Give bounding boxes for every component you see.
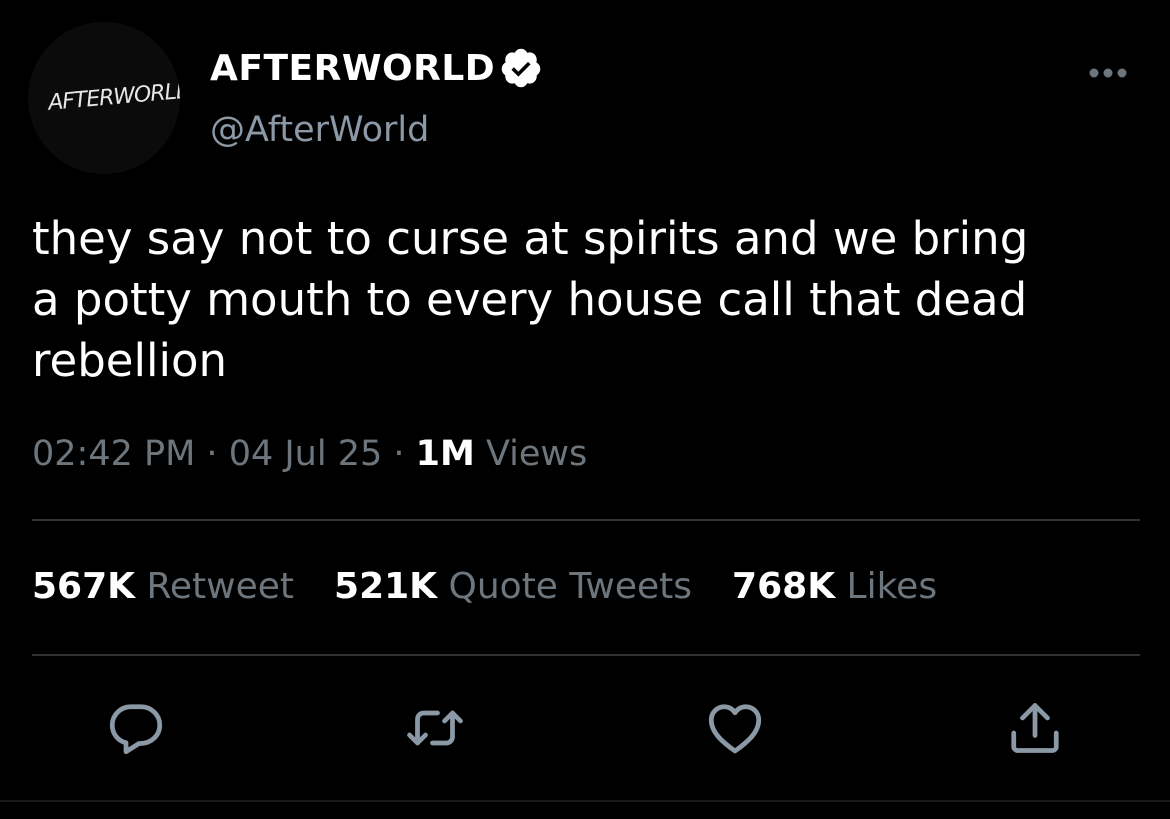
heart-icon xyxy=(708,704,762,754)
share-icon xyxy=(1011,703,1059,753)
quotes-label: Quote Tweets xyxy=(448,566,693,607)
tweet-text: they say not to curse at spirits and we … xyxy=(32,212,1029,387)
tweet-time[interactable]: 02:42 PM xyxy=(32,434,195,474)
retweets-stat[interactable]: 567K Retweet xyxy=(32,566,294,607)
tweet-meta: 02:42 PM · 04 Jul 25 · 1M Views xyxy=(32,434,587,474)
tweet-date[interactable]: 04 Jul 25 xyxy=(229,434,383,474)
likes-count: 768K xyxy=(732,566,836,607)
avatar-logo-text: AFTERWORLD xyxy=(45,78,180,116)
views-label: Views xyxy=(485,434,588,474)
reply-icon xyxy=(109,704,163,755)
retweet-icon xyxy=(407,710,463,746)
afterworld-logo: AFTERWORLD xyxy=(45,78,180,116)
share-button[interactable] xyxy=(1005,698,1065,758)
likes-label: Likes xyxy=(846,566,938,607)
retweets-count: 567K xyxy=(32,566,136,607)
verified-badge-icon xyxy=(501,48,541,88)
divider xyxy=(32,519,1140,521)
views-count: 1M xyxy=(415,434,475,474)
display-name[interactable]: AFTERWORLD xyxy=(210,48,495,89)
more-options-button[interactable] xyxy=(1085,60,1131,86)
quotes-count: 521K xyxy=(334,566,438,607)
reply-button[interactable] xyxy=(106,698,166,758)
retweet-button[interactable] xyxy=(405,698,465,758)
likes-stat[interactable]: 768K Likes xyxy=(732,566,937,607)
avatar[interactable]: AFTERWORLD xyxy=(28,22,180,174)
bottom-divider xyxy=(0,800,1170,802)
handle[interactable]: @AfterWorld xyxy=(210,110,429,150)
tweet-stats: 567K Retweet 521K Quote Tweets 768K Like… xyxy=(32,566,937,607)
retweets-label: Retweet xyxy=(146,566,295,607)
meta-separator: · xyxy=(195,434,229,474)
quotes-stat[interactable]: 521K Quote Tweets xyxy=(334,566,692,607)
like-button[interactable] xyxy=(705,698,765,758)
more-dots-icon xyxy=(1089,68,1127,78)
meta-separator: · xyxy=(382,434,416,474)
author-name-row[interactable]: AFTERWORLD xyxy=(210,46,543,90)
divider xyxy=(32,654,1140,656)
